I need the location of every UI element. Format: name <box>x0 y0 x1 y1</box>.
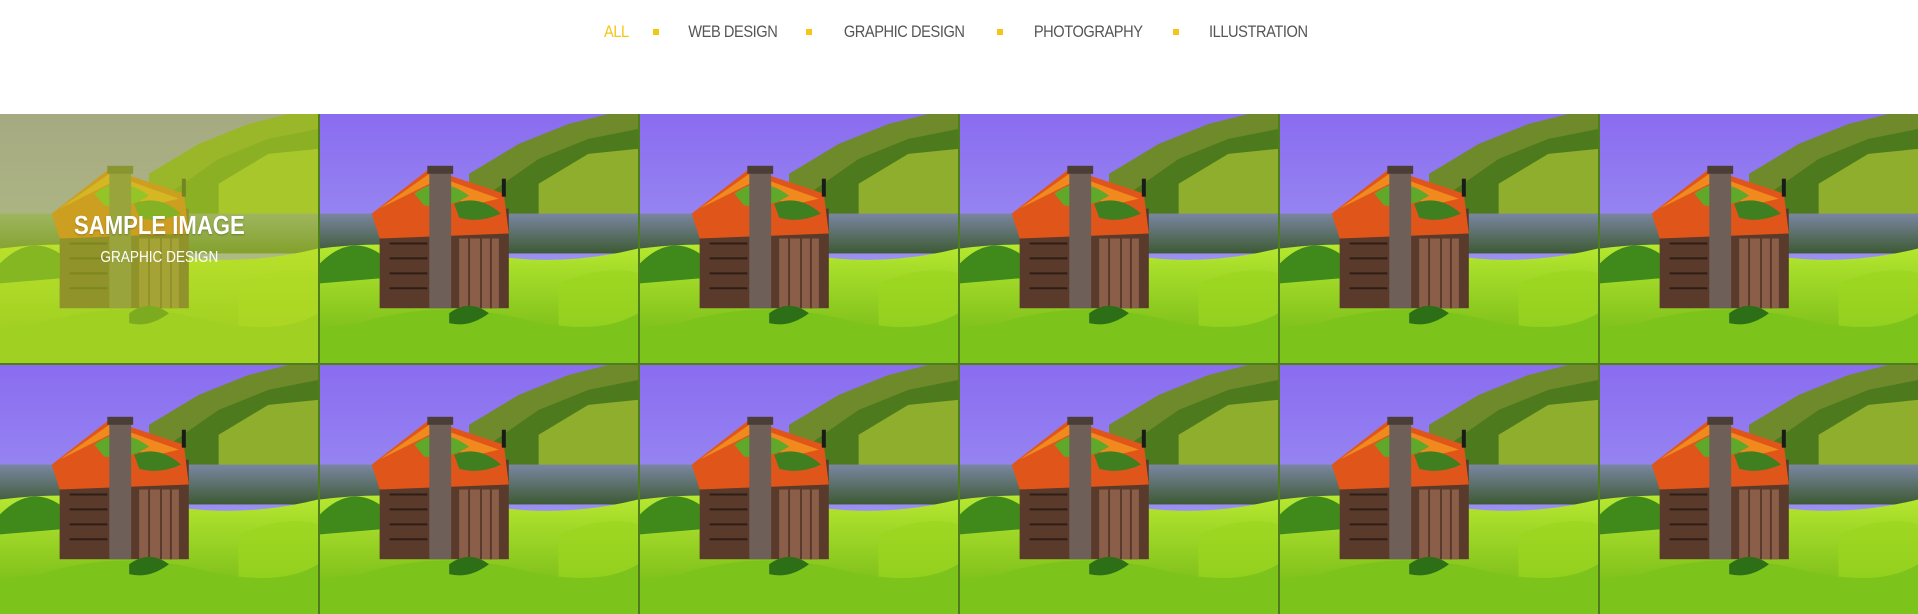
cabin-landscape-image <box>0 365 318 614</box>
portfolio-item[interactable] <box>960 365 1278 614</box>
portfolio-item[interactable] <box>1600 365 1918 614</box>
filter-illustration[interactable]: ILLUSTRATION <box>1209 22 1308 42</box>
cabin-landscape-image <box>320 114 638 363</box>
cabin-landscape-image <box>960 114 1278 363</box>
portfolio-item[interactable] <box>320 365 638 614</box>
portfolio-item[interactable]: SAMPLE IMAGE GRAPHIC DESIGN <box>0 114 318 363</box>
cabin-landscape-image <box>640 365 958 614</box>
cabin-landscape-image <box>1280 365 1598 614</box>
separator-dot-icon <box>1173 29 1180 35</box>
portfolio-item[interactable] <box>960 114 1278 363</box>
separator-dot-icon <box>996 29 1003 35</box>
portfolio-filter-nav: ALL WEB DESIGN GRAPHIC DESIGN PHOTOGRAPH… <box>0 0 1918 64</box>
filter-all[interactable]: ALL <box>604 22 629 42</box>
cabin-landscape-image <box>1600 365 1918 614</box>
portfolio-grid: SAMPLE IMAGE GRAPHIC DESIGN <box>0 114 1918 614</box>
portfolio-item-title: SAMPLE IMAGE <box>73 210 245 240</box>
cabin-landscape-image <box>1600 114 1918 363</box>
filter-graphic-design[interactable]: GRAPHIC DESIGN <box>844 22 965 42</box>
portfolio-item[interactable] <box>640 365 958 614</box>
portfolio-item[interactable] <box>1600 114 1918 363</box>
cabin-landscape-image <box>960 365 1278 614</box>
portfolio-item[interactable] <box>1280 365 1598 614</box>
portfolio-item-hover-overlay[interactable]: SAMPLE IMAGE GRAPHIC DESIGN <box>0 114 318 363</box>
cabin-landscape-image <box>1280 114 1598 363</box>
cabin-landscape-image <box>640 114 958 363</box>
portfolio-item[interactable] <box>640 114 958 363</box>
portfolio-item-category: GRAPHIC DESIGN <box>100 249 218 266</box>
portfolio-item[interactable] <box>320 114 638 363</box>
separator-dot-icon <box>806 29 813 35</box>
portfolio-item[interactable] <box>1280 114 1598 363</box>
separator-dot-icon <box>652 29 659 35</box>
filter-web-design[interactable]: WEB DESIGN <box>688 22 778 42</box>
filter-photography[interactable]: PHOTOGRAPHY <box>1034 22 1143 42</box>
cabin-landscape-image <box>320 365 638 614</box>
portfolio-item[interactable] <box>0 365 318 614</box>
